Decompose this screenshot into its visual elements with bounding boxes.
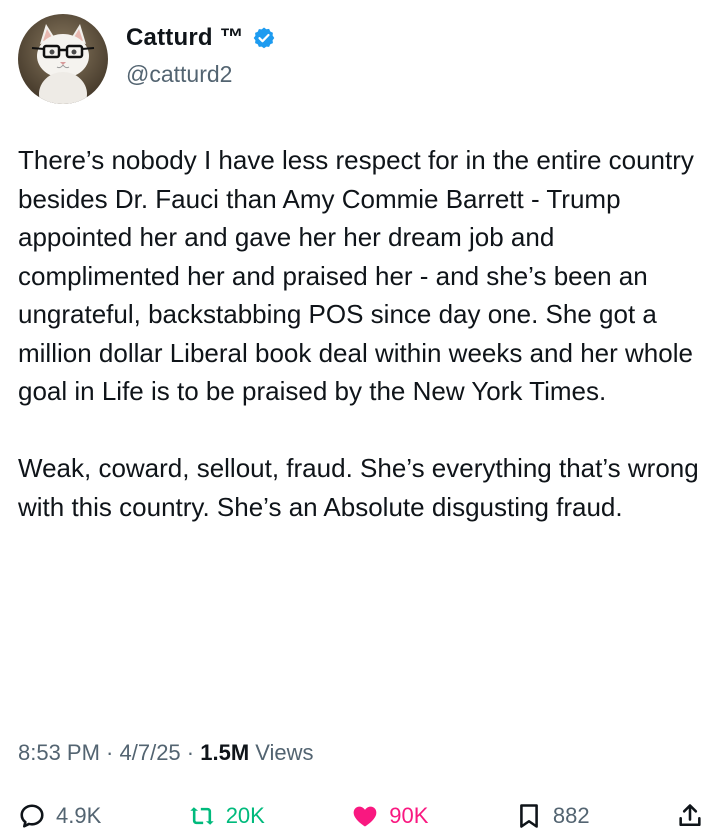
tweet-header: Catturd ™ @catturd2 — [18, 14, 276, 104]
views-label: Views — [249, 740, 314, 765]
like-button[interactable]: 90K — [351, 802, 428, 830]
display-name[interactable]: Catturd ™ — [126, 24, 244, 52]
like-count: 90K — [389, 803, 429, 828]
tweet-date[interactable]: 4/7/25 — [120, 740, 181, 766]
reply-count: 4.9K — [56, 803, 102, 828]
heart-icon — [351, 802, 379, 830]
author-handle[interactable]: @catturd2 — [126, 61, 276, 88]
meta-separator: · — [180, 740, 201, 765]
bookmark-count: 882 — [552, 803, 590, 828]
views-count: 1.5M — [200, 740, 250, 765]
repost-button[interactable]: 20K — [188, 802, 265, 830]
meta-separator: · — [99, 740, 120, 765]
tweet-text: There’s nobody I have less respect for i… — [18, 141, 708, 526]
tweet-meta: 8:53 PM · 4/7/25 · 1.5M Views — [18, 740, 314, 766]
avatar[interactable] — [18, 14, 108, 104]
action-bar: 4.9K 20K 90K 882 — [18, 796, 704, 836]
bookmark-button[interactable]: 882 — [515, 802, 590, 830]
verified-badge-icon — [252, 26, 276, 50]
share-button[interactable] — [676, 802, 704, 830]
display-name-row: Catturd ™ — [126, 23, 276, 53]
reply-icon — [18, 802, 46, 830]
tweet-time[interactable]: 8:53 PM — [18, 740, 100, 766]
tweet-paragraph-1: There’s nobody I have less respect for i… — [18, 145, 702, 406]
repost-count: 20K — [225, 803, 265, 828]
share-icon — [676, 802, 704, 830]
repost-icon — [188, 802, 216, 830]
author-names: Catturd ™ @catturd2 — [126, 23, 276, 88]
avatar-cat-image — [18, 14, 108, 104]
bookmark-icon — [515, 802, 543, 830]
tweet-paragraph-2: Weak, coward, sellout, fraud. She’s ever… — [18, 453, 706, 522]
reply-button[interactable]: 4.9K — [18, 802, 101, 830]
